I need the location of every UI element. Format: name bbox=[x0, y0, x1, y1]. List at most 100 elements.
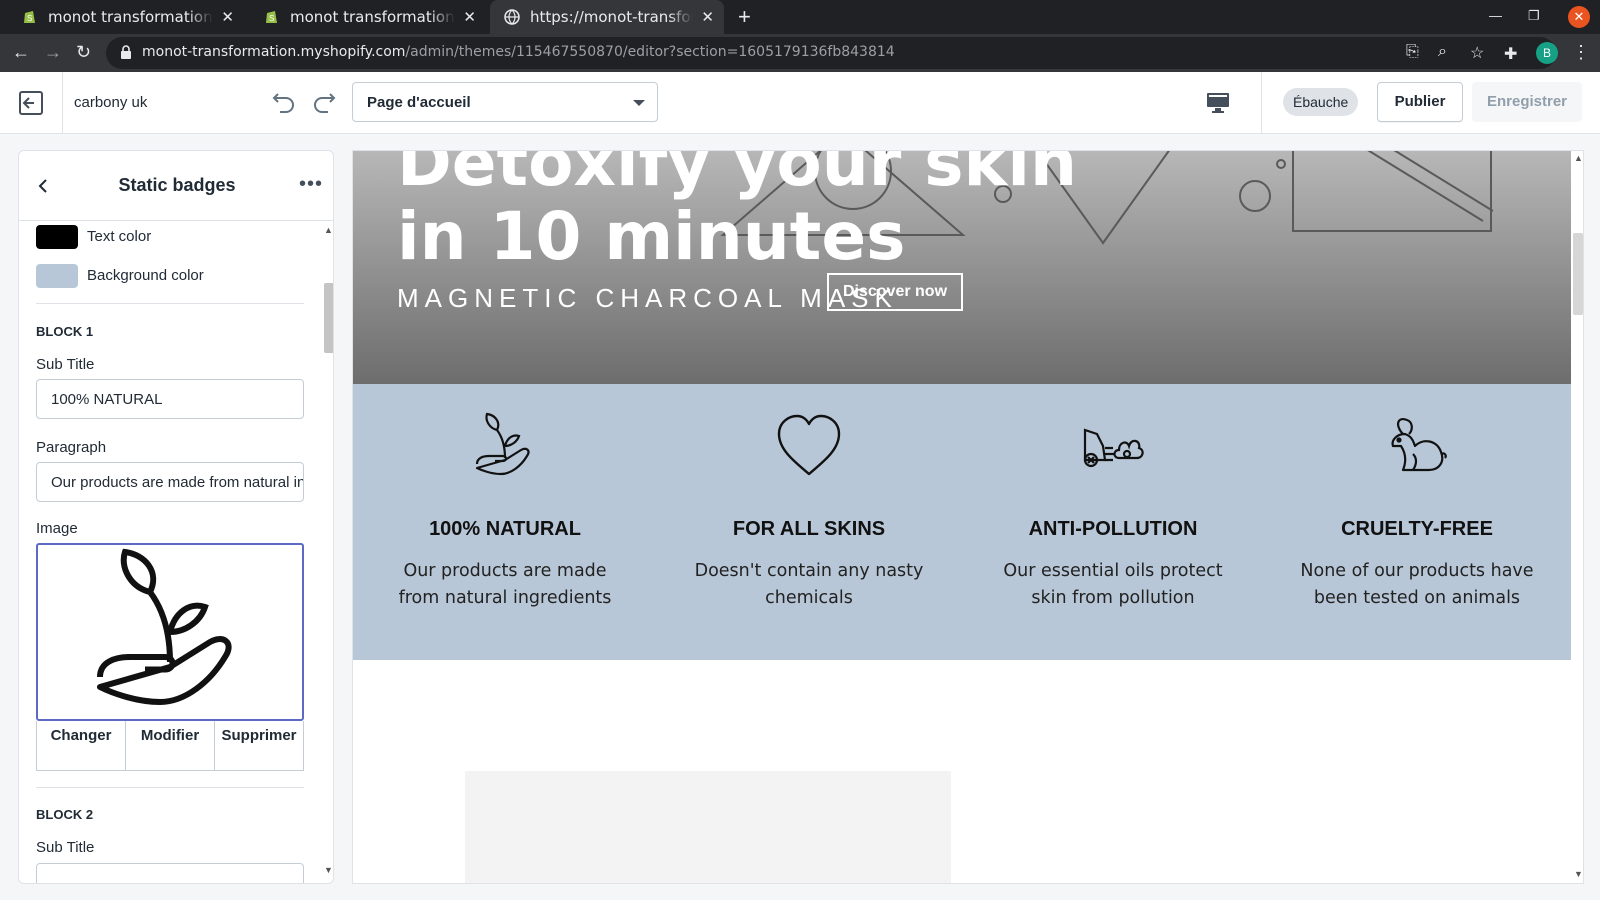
badge-title: ANTI-POLLUTION bbox=[1028, 518, 1198, 540]
discover-now-button[interactable]: Discover now bbox=[827, 273, 963, 311]
subtitle-value: 100% NATURAL bbox=[51, 391, 163, 408]
hero-subtitle: MAGNETIC CHARCOAL MASK bbox=[397, 283, 898, 313]
tab-title: monot transformation ~ P bbox=[290, 8, 455, 26]
modify-image-button[interactable]: Modifier bbox=[126, 721, 215, 770]
badge-item[interactable]: CRUELTY-FREE None of our products have b… bbox=[1265, 384, 1569, 660]
plant-in-hand-icon bbox=[97, 548, 232, 705]
image-preview[interactable] bbox=[36, 543, 304, 721]
image-placeholder bbox=[465, 771, 951, 883]
svg-text:S: S bbox=[269, 14, 274, 23]
window-close-icon[interactable]: ✕ bbox=[1568, 6, 1590, 28]
tab-title: https://monot-transform bbox=[530, 8, 694, 26]
lock-icon bbox=[121, 45, 131, 59]
badge-item[interactable]: 100% NATURAL Our products are made from … bbox=[353, 384, 657, 660]
page-select[interactable]: Page d'accueil bbox=[352, 82, 658, 122]
badge-text: Our products are made from natural ingre… bbox=[398, 561, 612, 608]
undo-icon[interactable] bbox=[270, 88, 298, 116]
static-badges-section: 100% NATURAL Our products are made from … bbox=[353, 384, 1571, 660]
subtitle-input[interactable]: 100% NATURAL bbox=[36, 379, 304, 419]
hero-title-line-1: Detoxify your skin bbox=[397, 151, 1078, 201]
plant-in-hand-icon bbox=[475, 412, 530, 476]
desktop-icon[interactable] bbox=[1206, 92, 1230, 114]
divider bbox=[36, 303, 304, 304]
tab-title: monot transformation ~ T bbox=[48, 8, 213, 26]
image-label: Image bbox=[36, 520, 78, 537]
paragraph-value: Our products are made from natural ingre… bbox=[51, 474, 303, 491]
theme-preview: Detoxify your skin in 10 minutes MAGNETI… bbox=[352, 150, 1584, 884]
heart-icon bbox=[777, 414, 841, 476]
close-tab-icon[interactable]: ✕ bbox=[221, 8, 234, 26]
minimize-icon[interactable]: — bbox=[1489, 8, 1502, 23]
exit-editor-icon[interactable] bbox=[18, 90, 44, 116]
zoom-icon[interactable]: ⌕ bbox=[1438, 43, 1447, 61]
status-badge: Ébauche bbox=[1283, 88, 1359, 116]
image-actions: Changer Modifier Supprimer bbox=[36, 721, 304, 771]
profile-avatar[interactable]: B bbox=[1536, 42, 1558, 64]
delete-image-button[interactable]: Supprimer bbox=[215, 721, 303, 770]
hero-banner: Detoxify your skin in 10 minutes MAGNETI… bbox=[353, 151, 1571, 384]
redo-icon[interactable] bbox=[310, 88, 338, 116]
subtitle-label: Sub Title bbox=[36, 356, 95, 373]
forward-arrow-icon[interactable]: → bbox=[44, 42, 62, 63]
rabbit-icon bbox=[1391, 418, 1447, 472]
extensions-icon[interactable]: ✚ bbox=[1504, 44, 1517, 64]
back-arrow-icon[interactable]: ← bbox=[12, 42, 30, 63]
badge-item[interactable]: ANTI-POLLUTION Our essential oils protec… bbox=[961, 384, 1265, 660]
more-options-icon[interactable]: ••• bbox=[299, 173, 323, 196]
page-select-value: Page d'accueil bbox=[367, 94, 471, 111]
maximize-icon[interactable]: ❐ bbox=[1528, 8, 1540, 24]
reload-icon[interactable]: ↻ bbox=[76, 42, 91, 63]
divider bbox=[62, 72, 63, 134]
badge-text: Our essential oils protect skin from pol… bbox=[1003, 561, 1223, 608]
address-bar: ← → ↻ monot-transformation.myshopify.com… bbox=[0, 34, 1600, 72]
sidebar-scrollbar[interactable]: ▲ ▼ bbox=[321, 221, 333, 883]
paragraph-input[interactable]: Our products are made from natural ingre… bbox=[36, 462, 304, 502]
panel-body: Text color Background color BLOCK 1 Sub … bbox=[19, 221, 333, 883]
translate-icon[interactable]: ⎘ bbox=[1406, 43, 1419, 61]
divider bbox=[36, 787, 304, 788]
scrollbar-thumb[interactable] bbox=[324, 283, 333, 353]
block-1-heading: BLOCK 1 bbox=[36, 324, 94, 339]
close-tab-icon[interactable]: ✕ bbox=[701, 8, 714, 26]
chevron-down-icon bbox=[633, 100, 645, 106]
publish-button[interactable]: Publier bbox=[1377, 82, 1463, 122]
text-color-label: Text color bbox=[87, 228, 152, 245]
url-bar[interactable]: monot-transformation.myshopify.com/admin… bbox=[106, 37, 1556, 69]
url-text: monot-transformation.myshopify.com/admin… bbox=[142, 44, 895, 60]
store-name: carbony uk bbox=[74, 94, 148, 111]
badge-item[interactable]: FOR ALL SKINS Doesn't contain any nasty … bbox=[657, 384, 961, 660]
shopify-icon: S bbox=[24, 11, 35, 23]
save-button[interactable]: Enregistrer bbox=[1472, 82, 1582, 122]
badge-text: Doesn't contain any nasty chemicals bbox=[694, 561, 924, 608]
svg-text:S: S bbox=[27, 14, 32, 23]
paragraph-label: Paragraph bbox=[36, 439, 107, 456]
browser-tab-bar: S monot transformation ~ T ✕ S monot tra… bbox=[0, 0, 1600, 34]
text-color-swatch[interactable] bbox=[36, 225, 78, 249]
car-pollution-icon bbox=[1083, 428, 1144, 468]
subtitle-input[interactable] bbox=[36, 863, 304, 883]
panel-title: Static badges bbox=[118, 175, 236, 195]
scroll-down-icon[interactable]: ▼ bbox=[1574, 869, 1583, 879]
globe-icon bbox=[504, 9, 520, 25]
subtitle-label: Sub Title bbox=[36, 839, 95, 856]
divider bbox=[1261, 72, 1262, 134]
scrollbar-thumb[interactable] bbox=[1573, 233, 1583, 315]
bookmark-star-icon[interactable]: ☆ bbox=[1470, 43, 1484, 63]
badge-text: None of our products have been tested on… bbox=[1300, 561, 1534, 608]
browser-tab[interactable]: S monot transformation ~ T ✕ bbox=[8, 0, 244, 34]
browser-tab[interactable]: S monot transformation ~ P ✕ bbox=[250, 0, 486, 34]
shopify-icon: S bbox=[266, 11, 277, 23]
change-image-button[interactable]: Changer bbox=[37, 721, 126, 770]
block-2-heading: BLOCK 2 bbox=[36, 807, 94, 822]
close-tab-icon[interactable]: ✕ bbox=[463, 8, 476, 26]
background-color-swatch[interactable] bbox=[36, 264, 78, 288]
preview-scrollbar[interactable]: ▲ ▼ bbox=[1571, 151, 1583, 883]
browser-menu-icon[interactable]: ⋮ bbox=[1572, 42, 1590, 63]
badge-title: FOR ALL SKINS bbox=[732, 518, 886, 540]
scroll-down-icon[interactable]: ▼ bbox=[324, 865, 333, 875]
new-tab-icon[interactable]: + bbox=[738, 4, 751, 30]
section-settings-panel: Static badges ••• Text color Background … bbox=[18, 150, 334, 884]
scroll-up-icon[interactable]: ▲ bbox=[324, 225, 333, 235]
browser-tab-active[interactable]: https://monot-transform ✕ bbox=[490, 0, 724, 34]
scroll-up-icon[interactable]: ▲ bbox=[1574, 153, 1583, 163]
